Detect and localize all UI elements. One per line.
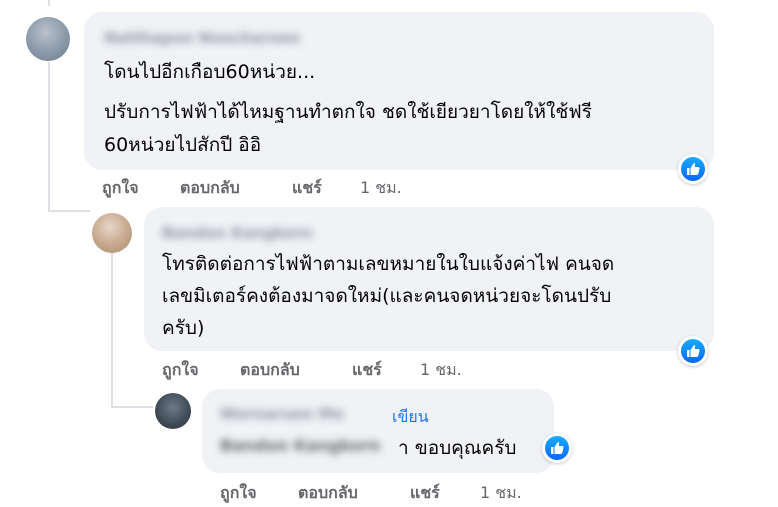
share-button[interactable]: แชร์: [292, 176, 322, 201]
like-icon: [551, 442, 564, 454]
thread-line: [111, 406, 153, 408]
like-reaction-badge[interactable]: [678, 336, 708, 366]
avatar[interactable]: [155, 393, 191, 429]
comment-text-line: 60หน่วยไปสักปี อิอิ: [104, 134, 262, 156]
thread-line: [48, 0, 50, 6]
like-reaction-badge[interactable]: [542, 433, 572, 463]
thread-line: [48, 210, 90, 212]
reply-button[interactable]: ตอบกลับ: [180, 176, 240, 201]
comment-text-line: ปรับการไฟฟ้าได้ไหมฐานทำตกใจ ชดใช้เยียวยา…: [104, 101, 592, 123]
avatar[interactable]: [92, 213, 132, 253]
avatar[interactable]: [26, 17, 70, 61]
comment-author[interactable]: Wornaruen Mo: [220, 405, 344, 423]
comment-text-line: เลขมิเตอร์คงต้องมาจดใหม่(และคนจดหน่วยจะโ…: [162, 285, 612, 307]
comment-author[interactable]: Bandon Kangkorn: [162, 224, 312, 242]
comment-text-line: โดนไปอีกเกือบ60หน่วย...: [104, 61, 316, 83]
like-button[interactable]: ถูกใจ: [162, 358, 199, 383]
like-button[interactable]: ถูกใจ: [102, 176, 139, 201]
thread-line: [48, 62, 50, 212]
comment-text-line: า ขอบคุณครับ: [398, 437, 517, 459]
timestamp[interactable]: 1 ชม.: [360, 176, 402, 201]
comment-text-line: โทรติดต่อการไฟฟ้าตามเลขหมายในใบแจ้งค่าไฟ…: [162, 253, 615, 275]
comment-text-line: ครับ): [162, 317, 205, 339]
like-reaction-badge[interactable]: [678, 154, 708, 184]
like-button[interactable]: ถูกใจ: [220, 481, 257, 506]
like-icon: [687, 345, 700, 357]
reply-button[interactable]: ตอบกลับ: [298, 481, 358, 506]
timestamp[interactable]: 1 ชม.: [480, 481, 522, 506]
like-icon: [687, 163, 700, 175]
author-suffix: เขียน: [392, 407, 429, 426]
timestamp[interactable]: 1 ชม.: [420, 358, 462, 383]
mention-tag[interactable]: Bandon Kangkorn: [220, 436, 380, 455]
share-button[interactable]: แชร์: [352, 358, 382, 383]
thread-line: [111, 250, 113, 408]
reply-button[interactable]: ตอบกลับ: [240, 358, 300, 383]
comment-author[interactable]: Natthapon Noocharoen: [104, 29, 300, 47]
share-button[interactable]: แชร์: [410, 481, 440, 506]
